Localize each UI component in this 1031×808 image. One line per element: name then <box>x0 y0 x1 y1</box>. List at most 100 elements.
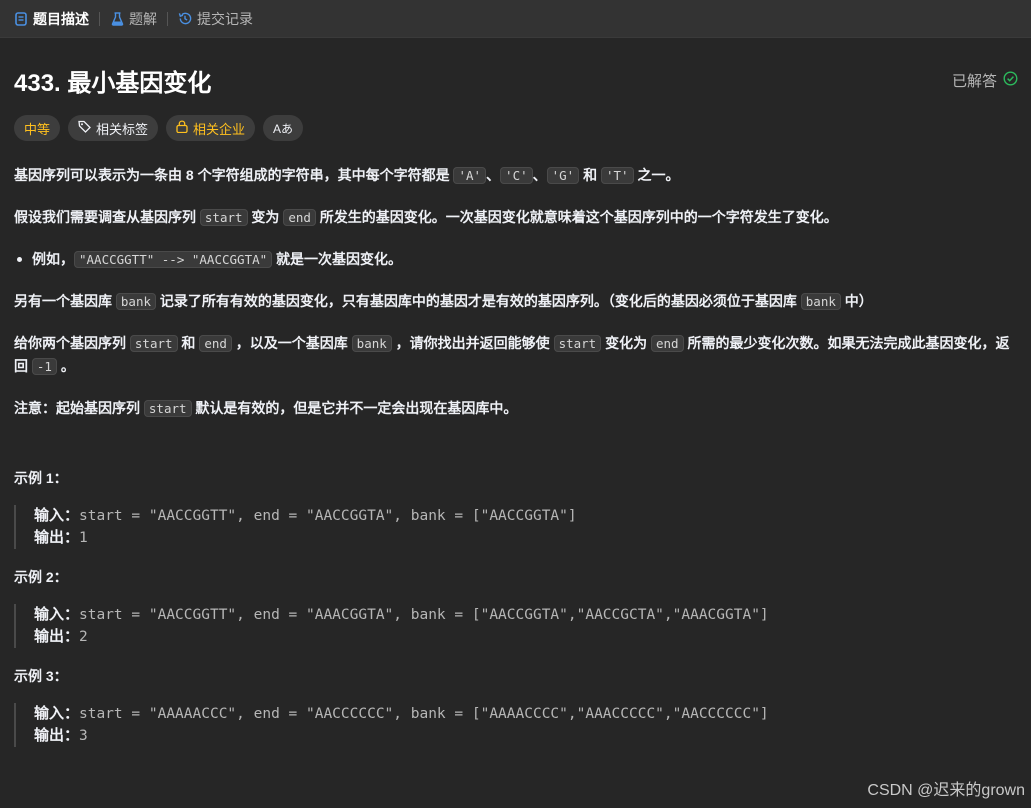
tag-row: 中等 相关标签 相关企业 Aあ <box>14 114 1018 142</box>
inline-code: start <box>143 400 192 417</box>
inline-code: "AACCGGTT" --> "AACCGGTA" <box>74 251 273 268</box>
tab-submissions-label: 提交记录 <box>197 10 253 27</box>
example-block: 输入：start = "AACCGGTT", end = "AAACGGTA",… <box>14 604 1018 648</box>
text: 默认是有效的，但是它并不一定会出现在基因库中。 <box>191 400 518 416</box>
input-value: start = "AACCGGTT", end = "AACCGGTA", ba… <box>79 508 577 524</box>
inline-code: start <box>199 209 248 226</box>
output-label: 输出： <box>34 628 80 645</box>
example-title: 示例 3： <box>14 668 68 684</box>
inline-code: start <box>129 335 178 352</box>
tab-bar: 题目描述 题解 提交记录 <box>0 0 1031 38</box>
translate-icon: Aあ <box>273 121 294 136</box>
output-value: 1 <box>79 530 88 546</box>
list-item-text: 例如， "AACCGGTT" --> "AACCGGTA" 就是一次基因变化。 <box>32 248 402 271</box>
inline-code: end <box>283 209 316 226</box>
tab-submissions[interactable]: 提交记录 <box>174 0 257 38</box>
input-value: start = "AACCGGTT", end = "AAACGGTA", ba… <box>79 607 769 623</box>
example-block: 输入：start = "AACCGGTT", end = "AACCGGTA",… <box>14 505 1018 549</box>
text: 所发生的基因变化。一次基因变化就意味着这个基因序列中的一个字符发生了变化。 <box>315 209 838 225</box>
related-companies-label: 相关企业 <box>193 121 246 137</box>
tag-icon <box>78 120 91 136</box>
desc-paragraph-2: 假设我们需要调查从基因序列 start 变为 end 所发生的基因变化。一次基因… <box>14 206 1018 229</box>
desc-paragraph-5: 注意：起始基因序列 start 默认是有效的，但是它并不一定会出现在基因库中。 <box>14 397 1018 420</box>
tab-description[interactable]: 题目描述 <box>10 0 93 38</box>
example-3: 示例 3： 输入：start = "AAAAACCC", end = "AACC… <box>14 666 1018 747</box>
text: 和 <box>177 335 200 351</box>
history-icon <box>178 11 192 27</box>
input-label: 输入： <box>34 507 80 524</box>
inline-code: 'A' <box>453 167 487 184</box>
translate-button[interactable]: Aあ <box>263 115 304 141</box>
text: 就是一次基因变化。 <box>272 251 403 267</box>
text: 变为 <box>247 209 284 225</box>
lock-icon <box>176 120 188 136</box>
text: 和 <box>579 167 601 183</box>
text: 假设我们需要调查从基因序列 <box>14 209 200 225</box>
text: 变化为 <box>601 335 651 351</box>
inline-code: -1 <box>31 358 57 375</box>
example-input: 输入：start = "AAAAACCC", end = "AACCCCCC",… <box>34 703 1018 725</box>
document-icon <box>14 11 28 27</box>
tab-description-label: 题目描述 <box>33 10 89 27</box>
inline-code: 'C' <box>500 167 533 184</box>
inline-code: end <box>199 335 232 352</box>
related-tags-label: 相关标签 <box>96 121 149 137</box>
text: 、 <box>486 167 501 183</box>
example-output: 输出：1 <box>34 527 1018 549</box>
text: 注意：起始基因序列 <box>14 400 144 416</box>
inline-code: start <box>553 335 602 352</box>
difficulty-badge[interactable]: 中等 <box>14 115 61 141</box>
output-value: 3 <box>79 728 88 744</box>
text: 记录了所有有效的基因变化，只有基因库中的基因才是有效的基因序列。（变化后的基因必… <box>156 293 801 309</box>
solved-status: 已解答 <box>952 70 1018 91</box>
output-value: 2 <box>79 629 88 645</box>
text: 中） <box>840 293 873 309</box>
example-2: 示例 2： 输入：start = "AACCGGTT", end = "AAAC… <box>14 567 1018 648</box>
problem-title: 433. 最小基因变化 <box>14 69 212 97</box>
output-label: 输出： <box>34 727 80 744</box>
example-title: 示例 1： <box>14 470 68 486</box>
list-item: 例如， "AACCGGTT" --> "AACCGGTA" 就是一次基因变化。 <box>14 248 1018 271</box>
csdn-watermark: CSDN @迟来的grown <box>867 782 1025 799</box>
input-label: 输入： <box>34 705 80 722</box>
inline-code: bank <box>800 293 841 310</box>
example-input: 输入：start = "AACCGGTT", end = "AACCGGTA",… <box>34 505 1018 527</box>
tab-divider <box>99 11 100 26</box>
example-title: 示例 2： <box>14 569 68 585</box>
tab-solutions[interactable]: 题解 <box>106 0 161 38</box>
text: 之一。 <box>633 167 680 183</box>
text: 例如， <box>32 251 74 267</box>
text: 、 <box>532 167 547 183</box>
flask-icon <box>110 11 124 27</box>
example-output: 输出：2 <box>34 626 1018 648</box>
example-1: 示例 1： 输入：start = "AACCGGTT", end = "AACC… <box>14 468 1018 549</box>
text: ，以及一个基因库 <box>231 335 352 351</box>
solved-label: 已解答 <box>951 72 997 90</box>
text: ，请你找出并返回能够使 <box>391 335 554 351</box>
inline-code: end <box>650 335 684 352</box>
bullet-dot <box>17 257 22 262</box>
text: 。 <box>56 358 75 374</box>
desc-paragraph-3: 另有一个基因库 bank 记录了所有有效的基因变化，只有基因库中的基因才是有效的… <box>14 290 1018 313</box>
problem-content: 433. 最小基因变化 已解答 中等 相关标签 相关企业 Aあ 基因序列可以表示… <box>14 38 1018 747</box>
title-row: 433. 最小基因变化 已解答 <box>14 38 1018 122</box>
check-circle-icon <box>1003 70 1018 90</box>
examples: 示例 1： 输入：start = "AACCGGTT", end = "AACC… <box>14 468 1018 747</box>
tab-solutions-label: 题解 <box>129 10 157 27</box>
inline-code: bank <box>351 335 392 352</box>
problem-description: 基因序列可以表示为一条由 8 个字符组成的字符串，其中每个字符都是 'A'、 'C… <box>14 164 1018 420</box>
text: 另有一个基因库 <box>14 293 116 309</box>
inline-code: bank <box>115 293 156 310</box>
inline-code: 'T' <box>600 167 634 184</box>
output-label: 输出： <box>34 529 80 546</box>
example-input: 输入：start = "AACCGGTT", end = "AAACGGTA",… <box>34 604 1018 626</box>
text: 给你两个基因序列 <box>14 335 130 351</box>
text: 基因序列可以表示为一条由 8 个字符组成的字符串，其中每个字符都是 <box>14 167 454 183</box>
input-value: start = "AAAAACCC", end = "AACCCCCC", ba… <box>79 706 769 722</box>
related-tags-button[interactable]: 相关标签 <box>68 115 159 141</box>
example-output: 输出：3 <box>34 725 1018 747</box>
input-label: 输入： <box>34 606 80 623</box>
example-block: 输入：start = "AAAAACCC", end = "AACCCCCC",… <box>14 703 1018 747</box>
desc-paragraph-1: 基因序列可以表示为一条由 8 个字符组成的字符串，其中每个字符都是 'A'、 'C… <box>14 164 1018 187</box>
related-companies-button[interactable]: 相关企业 <box>166 115 256 141</box>
